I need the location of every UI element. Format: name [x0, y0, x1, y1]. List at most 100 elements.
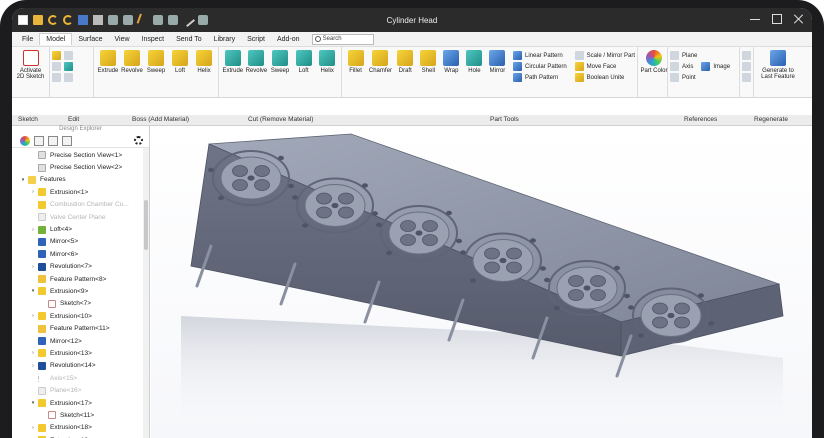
scale-mirror-part-button[interactable]: Scale / Mirror Part — [574, 51, 635, 60]
scrollbar-thumb[interactable] — [144, 200, 148, 250]
pointer-icon[interactable] — [168, 15, 178, 25]
tree-item[interactable]: Feature Pattern<11> — [12, 322, 149, 334]
move-face-button[interactable]: Move Face — [574, 62, 635, 71]
cylinder-head-model[interactable] — [151, 126, 812, 438]
paste-icon[interactable] — [123, 15, 133, 25]
expand-toggle-icon[interactable]: › — [30, 350, 36, 356]
tree-item[interactable]: › Extrusion<10> — [12, 310, 149, 322]
expand-toggle-icon[interactable]: › — [30, 313, 36, 319]
image-button[interactable]: Image — [701, 62, 730, 71]
cut-loft-button[interactable]: Loft — [293, 50, 315, 74]
menu-inspect[interactable]: Inspect — [136, 34, 171, 45]
chamfer-button[interactable]: Chamfer — [368, 50, 393, 74]
tree-item[interactable]: › Revolution<14> — [12, 360, 149, 372]
scene-icon[interactable] — [34, 135, 44, 146]
plane-button[interactable]: Plane — [670, 51, 697, 60]
expand-toggle-icon[interactable]: › — [30, 264, 36, 270]
cut-icon[interactable] — [136, 13, 150, 27]
point-button[interactable]: Point — [670, 73, 697, 82]
explorer-scrollbar[interactable] — [143, 148, 149, 438]
shell-button[interactable]: Shell — [418, 50, 439, 74]
gear-icon[interactable] — [134, 136, 143, 145]
expand-toggle-icon[interactable]: ▾ — [30, 288, 36, 294]
extra-tool-icon[interactable] — [742, 51, 751, 60]
open-folder-icon[interactable] — [33, 15, 43, 25]
menu-library[interactable]: Library — [208, 34, 241, 45]
menu-model[interactable]: Model — [39, 33, 73, 45]
expand-toggle-icon[interactable]: ▾ — [20, 177, 26, 183]
tree-item[interactable]: › Extrusion<1> — [12, 186, 149, 198]
delete-icon[interactable] — [52, 73, 61, 82]
explorer-tab-icon[interactable] — [48, 135, 58, 146]
options-icon[interactable] — [198, 15, 208, 25]
part-color-button[interactable]: Part Color — [641, 50, 668, 74]
boss-helix-button[interactable]: Helix — [193, 50, 215, 74]
minimize-icon[interactable] — [750, 14, 760, 20]
axis-button[interactable]: Axis — [670, 62, 697, 71]
extra-tool-icon[interactable] — [742, 73, 751, 82]
properties-icon[interactable] — [64, 73, 73, 82]
cut-extrude-button[interactable]: Extrude — [222, 50, 244, 74]
tree-item[interactable]: Combustion Chamber Cu... — [12, 199, 149, 211]
close-icon[interactable] — [794, 14, 804, 24]
cut-sweep-button[interactable]: Sweep — [269, 50, 291, 74]
extra-tool-icon[interactable] — [742, 62, 751, 71]
tree-item[interactable]: Plane<16> — [12, 384, 149, 396]
tree-item[interactable]: Axis<15> — [12, 372, 149, 384]
tree-item[interactable]: ▾ Extrusion<9> — [12, 285, 149, 297]
copy-icon[interactable] — [108, 15, 118, 25]
tree-item[interactable]: ▾ Features — [12, 174, 149, 186]
boss-extrude-button[interactable]: Extrude — [97, 50, 119, 74]
measure-icon[interactable] — [180, 12, 196, 28]
expand-toggle-icon[interactable]: ▾ — [30, 400, 36, 406]
expand-toggle-icon[interactable]: › — [30, 189, 36, 195]
copy-edit-icon[interactable] — [64, 51, 73, 60]
menu-surface[interactable]: Surface — [72, 34, 108, 45]
tree-item[interactable]: Mirror<5> — [12, 236, 149, 248]
fillet-button[interactable]: Fillet — [345, 50, 366, 74]
mirror-button[interactable]: Mirror — [487, 50, 508, 74]
expand-toggle-icon[interactable]: › — [30, 227, 36, 233]
expand-toggle-icon[interactable]: › — [30, 425, 36, 431]
menu-add-on[interactable]: Add-on — [271, 34, 306, 45]
expand-toggle-icon[interactable]: › — [30, 363, 36, 369]
color-wheel-icon[interactable] — [20, 135, 30, 146]
tree-item[interactable]: › Loft<4> — [12, 223, 149, 235]
menu-send-to[interactable]: Send To — [170, 34, 208, 45]
boss-revolve-button[interactable]: Revolve — [121, 50, 143, 74]
boss-sweep-button[interactable]: Sweep — [145, 50, 167, 74]
tree-item[interactable]: ›Extrusion<19> — [12, 434, 149, 438]
search-box[interactable]: Search — [311, 33, 374, 45]
tree-item[interactable]: Precise Section View<1> — [12, 149, 149, 161]
linear-pattern-button[interactable]: Linear Pattern — [512, 51, 567, 60]
activate-2d-sketch-button[interactable]: Activate 2D Sketch — [15, 50, 46, 80]
boolean-unite-button[interactable]: Boolean Unite — [574, 73, 635, 82]
undo-icon[interactable] — [48, 15, 58, 25]
print-icon[interactable] — [93, 15, 103, 25]
tree-item[interactable]: › Extrusion<18> — [12, 422, 149, 434]
boss-loft-button[interactable]: Loft — [169, 50, 191, 74]
circular-pattern-button[interactable]: Circular Pattern — [512, 62, 567, 71]
3d-viewport[interactable] — [151, 126, 812, 438]
hole-button[interactable]: Hole — [464, 50, 485, 74]
tree-item[interactable]: Sketch<11> — [12, 409, 149, 421]
paste-edit-icon[interactable] — [52, 62, 61, 71]
draft-button[interactable]: Draft — [395, 50, 416, 74]
tree-item[interactable]: Precise Section View<2> — [12, 161, 149, 173]
generate-last-feature-button[interactable]: Generate to Last Feature — [757, 50, 799, 80]
view-icon[interactable] — [62, 135, 72, 146]
undo-edit-icon[interactable] — [52, 51, 61, 60]
select-icon[interactable] — [153, 15, 163, 25]
tree-item[interactable]: Mirror<6> — [12, 248, 149, 260]
save-icon[interactable] — [78, 15, 88, 25]
tree-item[interactable]: Feature Pattern<8> — [12, 273, 149, 285]
menu-file[interactable]: File — [16, 34, 39, 45]
maximize-icon[interactable] — [772, 14, 782, 24]
cut-revolve-button[interactable]: Revolve — [246, 50, 267, 74]
path-pattern-button[interactable]: Path Pattern — [512, 73, 567, 82]
menu-script[interactable]: Script — [241, 34, 271, 45]
wrap-button[interactable]: Wrap — [441, 50, 462, 74]
tree-item[interactable]: Mirror<12> — [12, 335, 149, 347]
redo-icon[interactable] — [63, 15, 73, 25]
tree-item[interactable]: › Revolution<7> — [12, 261, 149, 273]
